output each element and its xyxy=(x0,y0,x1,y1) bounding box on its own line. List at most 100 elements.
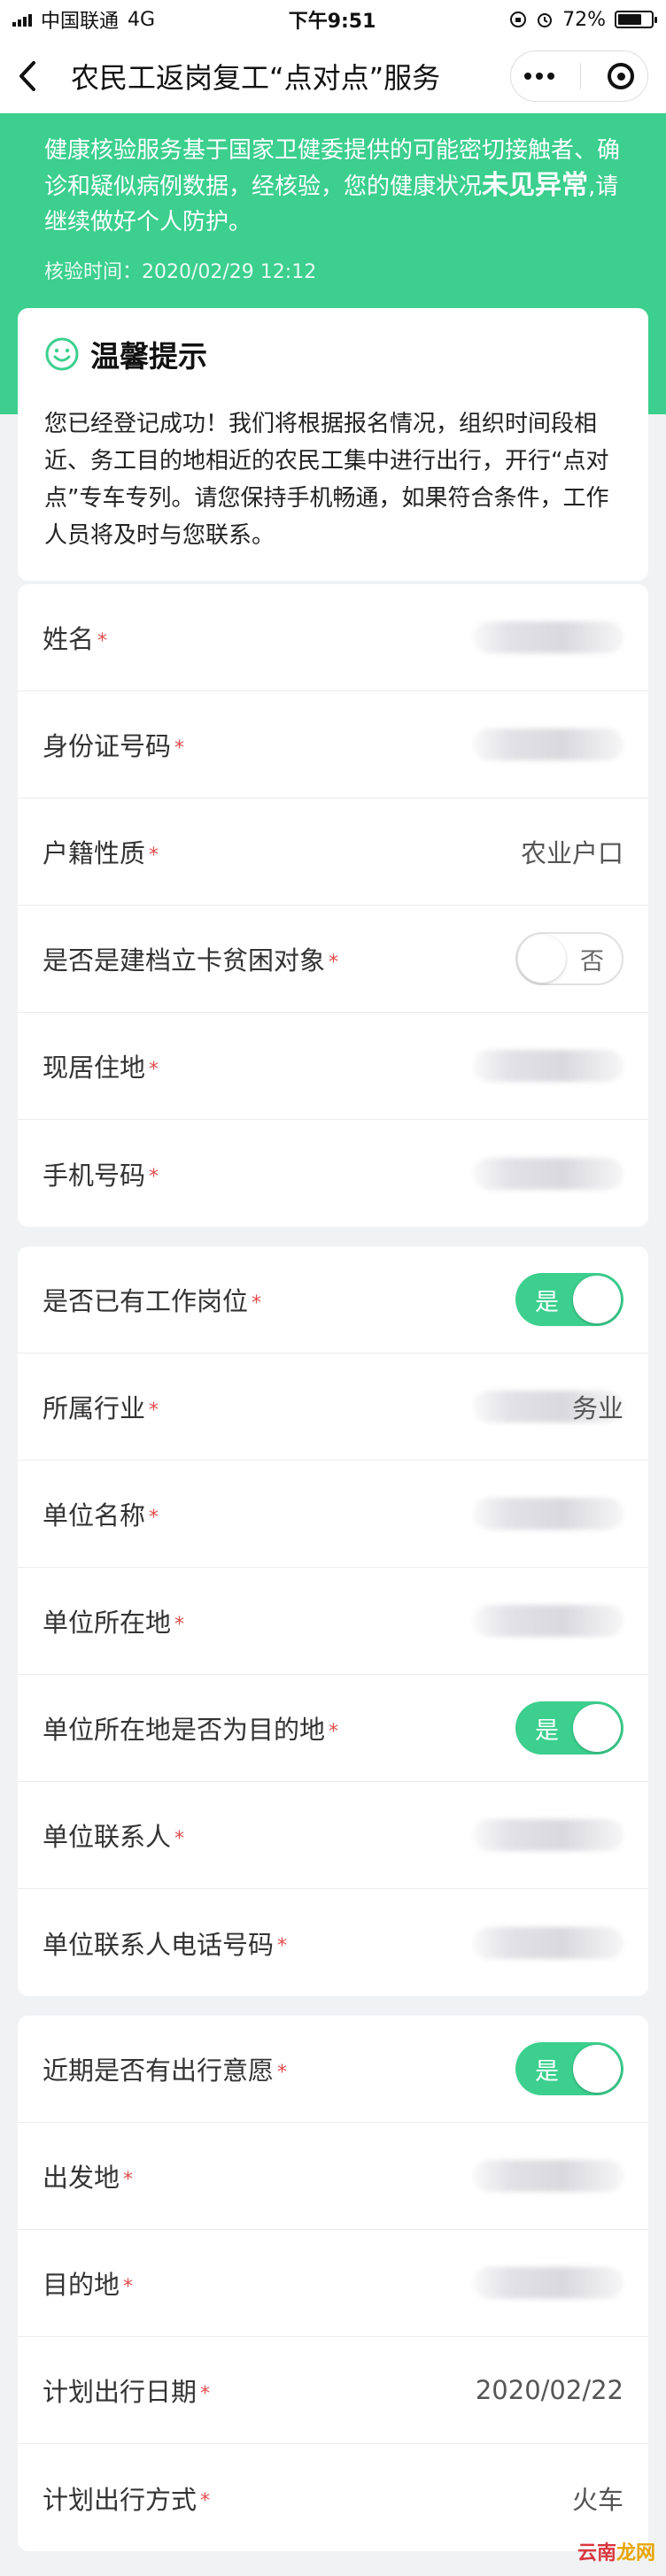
required-mark: * xyxy=(200,2490,211,2512)
form-row[interactable]: 近期是否有出行意愿 * 是 xyxy=(18,2016,648,2123)
required-mark: * xyxy=(149,844,159,867)
redaction-blur xyxy=(473,1926,623,1959)
required-mark: * xyxy=(149,1166,159,1188)
field-value: 务业 xyxy=(571,1393,623,1423)
redaction-blur xyxy=(473,2160,623,2192)
required-mark: * xyxy=(277,2061,288,2084)
field-label-text: 所属行业 xyxy=(43,1393,146,1423)
field-label: 姓名 * xyxy=(43,619,107,656)
form-row[interactable]: 户籍性质 * 农业户口 xyxy=(18,798,648,906)
field-label: 计划出行日期 * xyxy=(43,2372,210,2409)
form-row[interactable]: 单位所在地 * xyxy=(18,1568,648,1675)
field-label-text: 现居住地 xyxy=(43,1053,146,1083)
toggle-knob xyxy=(573,1704,621,1752)
form-row[interactable]: 单位联系人电话号码 * xyxy=(18,1889,648,1996)
form-sections: 姓名 * 身份证号码 * 户籍性质 * 农业户口 是否是建档立卡贫困对象 * 否现居住地 * 手机号码… xyxy=(18,584,648,2571)
form-row[interactable]: 计划出行日期 * 2020/02/22 xyxy=(18,2337,648,2444)
toggle-label: 是 xyxy=(535,2057,559,2086)
field-label: 出发地 * xyxy=(43,2157,133,2194)
required-mark: * xyxy=(174,1827,185,1850)
field-label-text: 单位所在地 xyxy=(43,1608,172,1638)
form-row[interactable]: 单位名称 * xyxy=(18,1461,648,1568)
toggle-label: 是 xyxy=(535,1288,559,1316)
redaction-blur xyxy=(473,1605,623,1637)
status-bar: 中国联通 4G 下午9:51 72% xyxy=(0,0,666,39)
toggle-switch[interactable]: 是 xyxy=(515,1273,623,1326)
required-mark: * xyxy=(149,1506,159,1529)
alarm-icon xyxy=(538,13,553,27)
verify-time: 核验时间：2020/02/29 12:12 xyxy=(44,261,317,283)
tip-body: 您已经登记成功！我们将根据报名情况，组织时间段相近、务工目的地相近的农民工集中进… xyxy=(44,411,609,549)
field-label-text: 单位名称 xyxy=(43,1500,146,1531)
mini-program-capsule xyxy=(510,50,648,102)
field-label-text: 身份证号码 xyxy=(43,731,172,761)
field-label: 目的地 * xyxy=(43,2264,133,2302)
redacted-value xyxy=(473,2160,623,2192)
field-label-text: 是否是建档立卡贫困对象 xyxy=(43,945,326,976)
form-row[interactable]: 是否已有工作岗位 * 是 xyxy=(18,1246,648,1354)
field-label-text: 姓名 xyxy=(43,624,95,654)
form-row[interactable]: 是否是建档立卡贫困对象 * 否 xyxy=(18,906,648,1013)
battery-fill xyxy=(617,14,641,25)
form-section: 是否已有工作岗位 * 是所属行业 * 务业 单位名称 * 单位所在地 * 单位所在地是否为目的地 *… xyxy=(18,1246,648,1996)
field-label-text: 单位联系人电话号码 xyxy=(43,1929,275,1960)
form-row[interactable]: 身份证号码 * xyxy=(18,691,648,798)
page-title: 农民工返岗复工“点对点”服务 xyxy=(71,61,441,95)
form-row[interactable]: 计划出行方式 * 火车 xyxy=(18,2444,648,2551)
form-row[interactable]: 所属行业 * 务业 xyxy=(18,1354,648,1461)
form-row[interactable]: 现居住地 * xyxy=(18,1013,648,1120)
battery-percent: 72% xyxy=(562,8,606,31)
form-section: 近期是否有出行意愿 * 是出发地 * 目的地 * 计划出行日期 * 2020/02/22 计划出行… xyxy=(18,2016,648,2551)
form-row[interactable]: 姓名 * xyxy=(18,584,648,691)
toggle-switch[interactable]: 是 xyxy=(515,1701,623,1755)
toggle-knob xyxy=(573,1276,621,1323)
more-dots-icon[interactable] xyxy=(523,73,554,80)
field-label-text: 出发地 xyxy=(43,2163,120,2193)
close-target-icon[interactable] xyxy=(608,63,635,89)
toggle-switch[interactable]: 是 xyxy=(515,2042,623,2095)
nav-bar: 农民工返岗复工“点对点”服务 xyxy=(0,39,666,113)
required-mark: * xyxy=(97,629,108,652)
required-mark: * xyxy=(277,1935,288,1957)
toggle-switch[interactable]: 否 xyxy=(515,932,623,985)
redacted-value: 务业 xyxy=(473,1391,623,1423)
field-label: 单位所在地是否为目的地 * xyxy=(43,1709,338,1747)
field-label: 计划出行方式 * xyxy=(43,2480,210,2517)
required-mark: * xyxy=(174,1613,185,1636)
required-mark: * xyxy=(200,2382,211,2405)
form-section: 姓名 * 身份证号码 * 户籍性质 * 农业户口 是否是建档立卡贫困对象 * 否现居住地 * 手机号码… xyxy=(18,584,648,1227)
watermark-part1: 云南 xyxy=(577,2542,616,2564)
network-type: 4G xyxy=(128,8,156,31)
tip-title: 温馨提示 xyxy=(90,339,207,374)
redacted-value xyxy=(473,1498,623,1530)
toggle-label: 否 xyxy=(580,947,604,976)
field-label: 是否已有工作岗位 * xyxy=(43,1281,261,1318)
field-label: 单位联系人 * xyxy=(43,1816,184,1854)
required-mark: * xyxy=(149,1058,159,1081)
field-label-text: 户籍性质 xyxy=(43,838,146,868)
toggle-knob xyxy=(518,935,566,983)
form-row[interactable]: 目的地 * xyxy=(18,2230,648,2337)
back-arrow-icon[interactable] xyxy=(18,55,60,97)
status-time: 下午9:51 xyxy=(288,11,376,33)
field-label: 近期是否有出行意愿 * xyxy=(43,2050,287,2087)
health-status: 未见异常 xyxy=(482,170,589,201)
field-label-text: 目的地 xyxy=(43,2270,120,2300)
form-row[interactable]: 手机号码 * xyxy=(18,1120,648,1227)
lock-rotation-icon xyxy=(510,12,527,27)
form-row[interactable]: 单位所在地是否为目的地 * 是 xyxy=(18,1675,648,1782)
field-label: 单位所在地 * xyxy=(43,1602,184,1639)
redaction-blur xyxy=(473,1050,623,1082)
field-label: 是否是建档立卡贫困对象 * xyxy=(43,940,338,977)
tip-card: 温馨提示 您已经登记成功！我们将根据报名情况，组织时间段相近、务工目的地相近的农… xyxy=(18,308,648,581)
field-label: 现居住地 * xyxy=(43,1047,159,1084)
required-mark: * xyxy=(149,1399,159,1422)
field-label: 身份证号码 * xyxy=(43,726,184,763)
form-row[interactable]: 单位联系人 * xyxy=(18,1782,648,1889)
signal-icon xyxy=(12,12,32,27)
form-row[interactable]: 出发地 * xyxy=(18,2123,648,2230)
required-mark: * xyxy=(329,951,339,974)
health-statement: 健康核验服务基于国家卫健委提供的可能密切接触者、确诊和疑似病例数据，经核验，您的… xyxy=(44,133,631,240)
redaction-blur xyxy=(473,729,623,760)
redaction-blur xyxy=(473,621,623,653)
